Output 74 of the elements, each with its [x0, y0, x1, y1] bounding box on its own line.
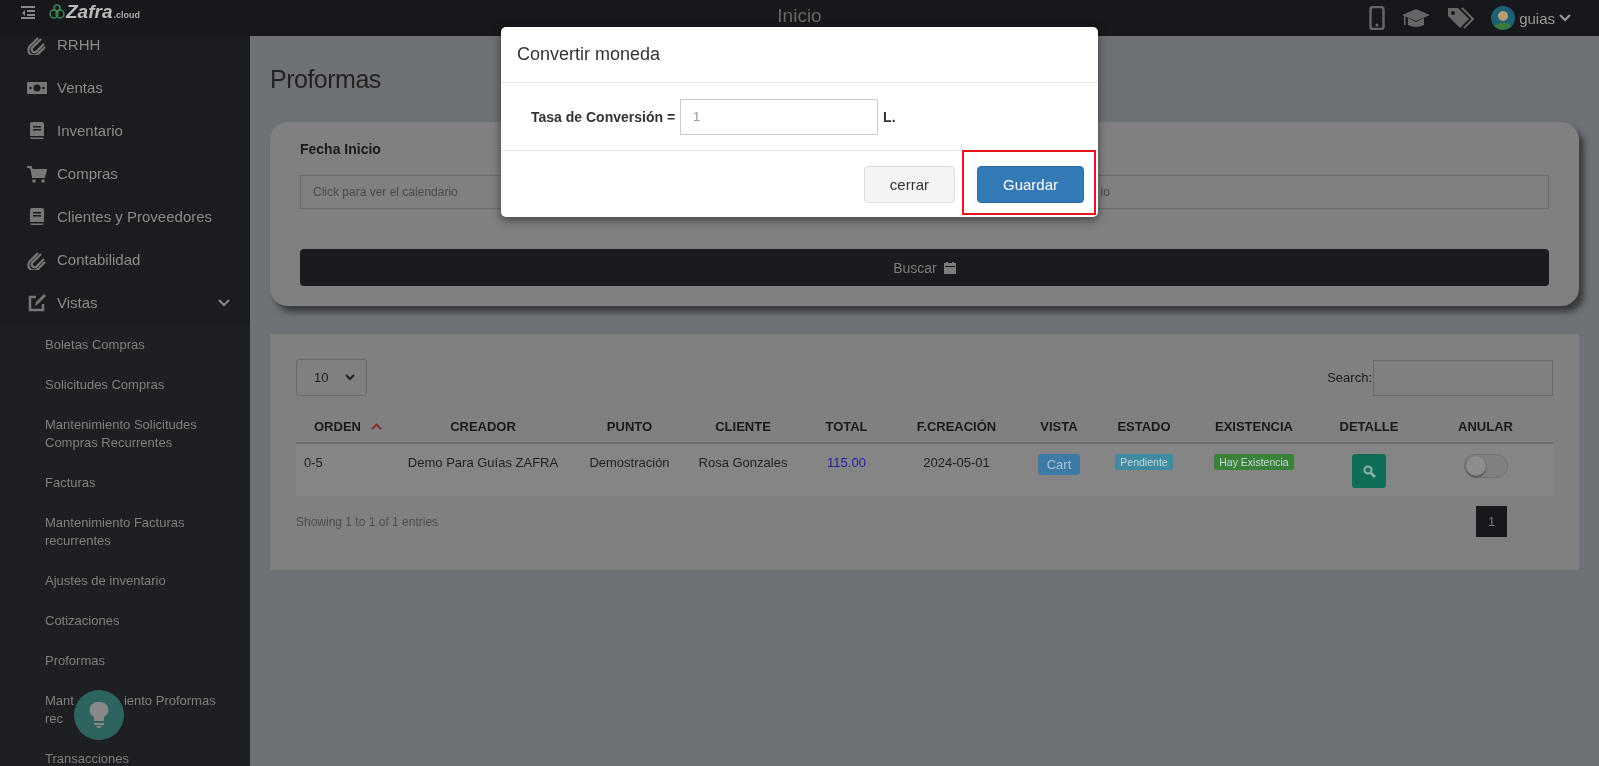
- column-header[interactable]: DETALLE: [1339, 418, 1399, 434]
- sidebar-subitem[interactable]: iento Proformas: [123, 692, 216, 710]
- column-header[interactable]: TOTAL: [825, 418, 868, 434]
- search-icon: [1362, 464, 1376, 478]
- paperclip-icon: [27, 36, 47, 55]
- sidebar-subitem[interactable]: Solicitudes Compras: [0, 365, 250, 405]
- column-header[interactable]: ESTADO: [1117, 418, 1171, 434]
- sidebar-subitem[interactable]: rec: [45, 710, 64, 728]
- column-header[interactable]: F.CREACIÓN: [916, 418, 997, 434]
- help-button[interactable]: [73, 690, 124, 740]
- search-button[interactable]: Buscar: [300, 249, 1549, 286]
- view-button[interactable]: Cart: [1037, 454, 1081, 475]
- stock-label: Hay Existencia: [1214, 454, 1294, 470]
- save-button[interactable]: Guardar: [976, 165, 1084, 203]
- calendar-icon: [943, 261, 956, 274]
- sidebar-item[interactable]: Compras: [0, 152, 250, 195]
- sidebar-subitem[interactable]: Mantenimiento Solicitudes Compras Recurrentes: [0, 405, 250, 463]
- edit-icon: [27, 292, 47, 313]
- paperclip-icon: [27, 249, 47, 270]
- dialog-title: Convertir moneda: [501, 27, 1098, 83]
- book-icon: [27, 206, 47, 227]
- sidebar-item[interactable]: RRHH: [0, 36, 250, 66]
- column-header[interactable]: PUNTO: [606, 418, 653, 434]
- column-header[interactable]: EXISTENCIA: [1215, 418, 1293, 434]
- total-link[interactable]: 115.00: [827, 455, 866, 470]
- sidebar-subitem[interactable]: Mantenimiento Facturas recurrentes: [0, 503, 250, 561]
- sidebar-item[interactable]: Clientes y Proveedores: [0, 195, 250, 238]
- close-button[interactable]: cerrar: [863, 165, 955, 203]
- column-header[interactable]: CREADOR: [450, 418, 516, 434]
- sidebar-item[interactable]: Ventas: [0, 66, 250, 109]
- sidebar-subitem[interactable]: Proformas: [0, 641, 250, 681]
- table-cell: Rosa Gonzales: [698, 455, 788, 470]
- column-header[interactable]: ORDEN: [314, 418, 361, 434]
- table-cell: Demostración: [589, 455, 670, 470]
- column-header[interactable]: VISTA: [1040, 418, 1078, 434]
- page-title: Inicio: [777, 5, 822, 27]
- user-menu[interactable]: guias: [1491, 6, 1571, 30]
- search-label: Search:: [1327, 370, 1372, 385]
- sidebar-subitem[interactable]: Facturas: [0, 463, 250, 503]
- table-cell: Demo Para Guías ZAFRA: [407, 455, 559, 470]
- page-heading: Proformas: [270, 64, 382, 94]
- column-header[interactable]: ANULAR: [1458, 418, 1513, 434]
- phone-icon: [1369, 6, 1386, 30]
- book-icon: [27, 120, 47, 141]
- cart-icon: [27, 163, 47, 184]
- field-label: Fecha Inicio: [300, 141, 382, 159]
- sidebar-item[interactable]: Vistas: [0, 281, 250, 324]
- sidebar-subitem[interactable]: Cotizaciones: [0, 601, 250, 641]
- page-size-select[interactable]: 10: [296, 359, 367, 396]
- chevron-down-icon: [345, 374, 355, 381]
- sidebar-subitem[interactable]: Transacciones: [0, 739, 250, 766]
- table-cell: 0-5: [304, 455, 323, 470]
- column-header[interactable]: CLIENTE: [715, 418, 771, 434]
- field-label: Tasa de Conversión =: [531, 108, 676, 125]
- unit-label: L.: [883, 108, 896, 125]
- sidebar-item[interactable]: Inventario: [0, 109, 250, 152]
- sidebar-subitem[interactable]: Mant: [45, 692, 74, 710]
- cancel-toggle[interactable]: [1463, 454, 1508, 478]
- table-cell: 2024-05-01: [923, 455, 990, 470]
- logo[interactable]: Zafra.cloud: [49, 1, 140, 23]
- detail-button[interactable]: [1352, 454, 1386, 488]
- graduation-cap-icon: [1401, 7, 1432, 29]
- status-label: Pendiente: [1115, 454, 1173, 470]
- page-button[interactable]: 1: [1476, 506, 1507, 537]
- bubbles-icon: [49, 4, 65, 20]
- sidebar-subitem[interactable]: Ajustes de inventario: [0, 561, 250, 601]
- tags-icon: [1447, 6, 1476, 30]
- lightbulb-icon: [88, 701, 109, 729]
- avatar-icon: [1491, 6, 1516, 30]
- collapse-menu-icon: [21, 5, 35, 19]
- sidebar-subitem[interactable]: Boletas Compras: [0, 325, 250, 365]
- rate-field[interactable]: 1: [680, 98, 879, 135]
- sidebar-item[interactable]: Contabilidad: [0, 238, 250, 281]
- chevron-down-icon: [1559, 14, 1571, 22]
